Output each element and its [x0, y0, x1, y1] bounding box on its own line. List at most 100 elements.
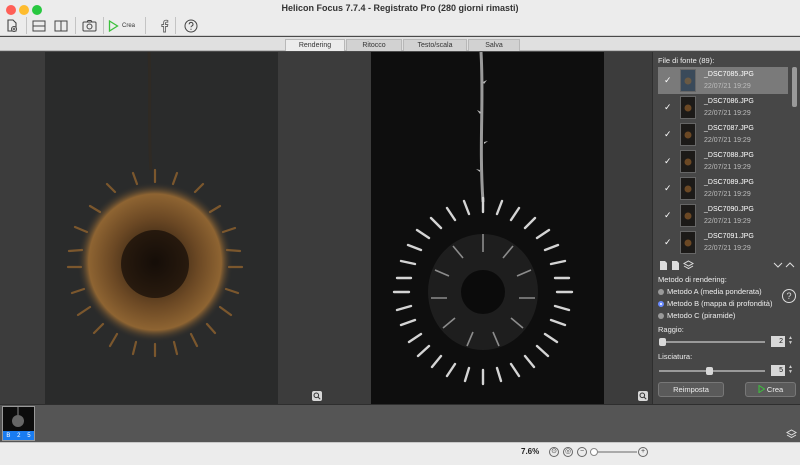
- zoom-in-button[interactable]: +: [638, 447, 648, 457]
- badge-b: B: [6, 432, 11, 439]
- file-name: _DSC7091.JPG: [704, 233, 754, 240]
- include-checkbox[interactable]: ✓: [664, 102, 672, 113]
- method-c-radio[interactable]: Metodo C (piramide): [658, 311, 735, 320]
- reset-button[interactable]: Reimposta: [658, 382, 724, 397]
- file-thumbnail: [680, 231, 696, 254]
- method-b-radio[interactable]: Metodo B (mappa di profondità): [658, 299, 772, 308]
- file-thumbnail: [680, 96, 696, 119]
- plus-icon: +: [640, 448, 646, 455]
- layout-horizontal-button[interactable]: [31, 18, 47, 33]
- radio-indicator: [658, 288, 664, 295]
- file-list-action-2[interactable]: [671, 260, 680, 273]
- method-b-label: Metodo B (mappa di profondità): [667, 299, 773, 308]
- create-button[interactable]: Crea: [745, 382, 796, 397]
- result-zoom-button[interactable]: [638, 391, 648, 401]
- include-checkbox[interactable]: ✓: [664, 156, 672, 167]
- play-icon: [108, 19, 119, 32]
- source-zoom-button[interactable]: [312, 391, 322, 401]
- badge-2: 2: [17, 432, 21, 439]
- source-file-item[interactable]: ✓ _DSC7090.JPG 22/07/21 19:29: [658, 202, 788, 229]
- fit-icon: ⊙: [551, 448, 557, 455]
- zoom-slider-knob[interactable]: [590, 448, 598, 456]
- include-checkbox[interactable]: ✓: [664, 237, 672, 248]
- layout-vertical-button[interactable]: [53, 18, 69, 33]
- output-thumbnail[interactable]: B 2 5: [2, 406, 35, 441]
- toolbar-separator: [103, 17, 104, 34]
- move-up-button[interactable]: [785, 261, 795, 271]
- window-title: Helicon Focus 7.7.4 - Registrato Pro (28…: [281, 3, 519, 13]
- radius-label: Raggio:: [658, 325, 684, 334]
- tab-bar: Rendering Ritocco Testo/scala Salva: [0, 37, 800, 51]
- file-thumbnail: [680, 177, 696, 200]
- chevron-up-icon: [785, 262, 795, 268]
- smoothing-slider[interactable]: [659, 367, 765, 375]
- minus-icon: −: [579, 448, 585, 455]
- radius-value-field[interactable]: 2: [771, 336, 785, 347]
- help-toolbar-button[interactable]: [183, 18, 199, 33]
- source-file-item[interactable]: ✓ _DSC7091.JPG 22/07/21 19:29: [658, 229, 788, 256]
- camera-control-button[interactable]: [81, 18, 97, 33]
- file-date: 22/07/21 19:29: [704, 137, 751, 144]
- create-toolbar-button[interactable]: Crea: [108, 18, 140, 33]
- output-badges: B 2 5: [3, 431, 34, 440]
- zoom-slider[interactable]: [590, 448, 637, 456]
- include-checkbox[interactable]: ✓: [664, 75, 672, 86]
- smoothing-slider-knob[interactable]: [706, 367, 713, 375]
- radius-slider[interactable]: [659, 338, 765, 346]
- smoothing-value-field[interactable]: 5: [771, 365, 785, 376]
- source-file-item[interactable]: ✓ _DSC7089.JPG 22/07/21 19:29: [658, 175, 788, 202]
- include-checkbox[interactable]: ✓: [664, 210, 672, 221]
- file-thumbnail: [680, 204, 696, 227]
- tab-rendering[interactable]: Rendering: [285, 39, 345, 51]
- method-a-radio[interactable]: Metodo A (media ponderata): [658, 287, 762, 296]
- badge-5: 5: [27, 432, 31, 439]
- document-icon: [660, 261, 667, 270]
- file-thumbnail: [680, 150, 696, 173]
- smoothing-stepper[interactable]: ▲ ▼: [788, 365, 793, 375]
- file-date: 22/07/21 19:29: [704, 245, 751, 252]
- file-name: _DSC7086.JPG: [704, 98, 754, 105]
- burr-thumbnail-icon: [684, 131, 692, 138]
- source-image-pane[interactable]: [45, 51, 278, 404]
- source-file-item[interactable]: ✓ _DSC7086.JPG 22/07/21 19:29: [658, 94, 788, 121]
- radius-stepper[interactable]: ▲ ▼: [788, 336, 793, 346]
- file-name: _DSC7089.JPG: [704, 179, 754, 186]
- file-date: 22/07/21 19:29: [704, 83, 751, 90]
- toolbar-separator: [175, 17, 176, 34]
- file-list-action-1[interactable]: [659, 260, 668, 273]
- source-file-item[interactable]: ✓ _DSC7087.JPG 22/07/21 19:29: [658, 121, 788, 148]
- file-list-action-3[interactable]: [682, 260, 695, 273]
- burr-thumbnail-icon: [684, 212, 692, 219]
- include-checkbox[interactable]: ✓: [664, 183, 672, 194]
- magnifier-icon: [639, 392, 647, 400]
- radio-indicator: [658, 312, 664, 319]
- filmstrip-action-button[interactable]: [785, 429, 798, 442]
- include-checkbox[interactable]: ✓: [664, 129, 672, 140]
- file-list-scrollbar[interactable]: [792, 67, 797, 107]
- chevron-down-icon: [773, 262, 783, 268]
- add-files-button[interactable]: [4, 18, 20, 33]
- result-photo: [392, 51, 574, 386]
- zoom-fit-button[interactable]: ⊙: [549, 447, 559, 457]
- rendering-help-button[interactable]: ?: [782, 289, 796, 303]
- method-c-label: Metodo C (piramide): [667, 311, 736, 320]
- camera-icon: [82, 19, 96, 31]
- radius-slider-knob[interactable]: [659, 338, 666, 346]
- source-file-item[interactable]: ✓ _DSC7088.JPG 22/07/21 19:29: [658, 148, 788, 175]
- tab-salva[interactable]: Salva: [468, 39, 520, 51]
- tab-testo-scala[interactable]: Testo/scala: [403, 39, 467, 51]
- move-down-button[interactable]: [773, 261, 783, 271]
- facebook-share-button[interactable]: [156, 18, 172, 33]
- layout-rows-icon: [32, 20, 46, 31]
- tab-ritocco[interactable]: Ritocco: [346, 39, 402, 51]
- create-toolbar-label: Crea: [122, 22, 136, 29]
- zoom-out-button[interactable]: −: [577, 447, 587, 457]
- file-date: 22/07/21 19:29: [704, 110, 751, 117]
- source-file-item[interactable]: ✓ _DSC7085.JPG 22/07/21 19:29: [658, 67, 788, 94]
- result-image-pane[interactable]: [371, 51, 604, 404]
- smoothing-label: Lisciatura:: [658, 352, 693, 361]
- zoom-level: 7.6%: [521, 447, 540, 456]
- file-name: _DSC7087.JPG: [704, 125, 754, 132]
- zoom-actual-button[interactable]: ◎: [563, 447, 573, 457]
- status-bar: 7.6% ⊙ ◎ − +: [0, 442, 800, 465]
